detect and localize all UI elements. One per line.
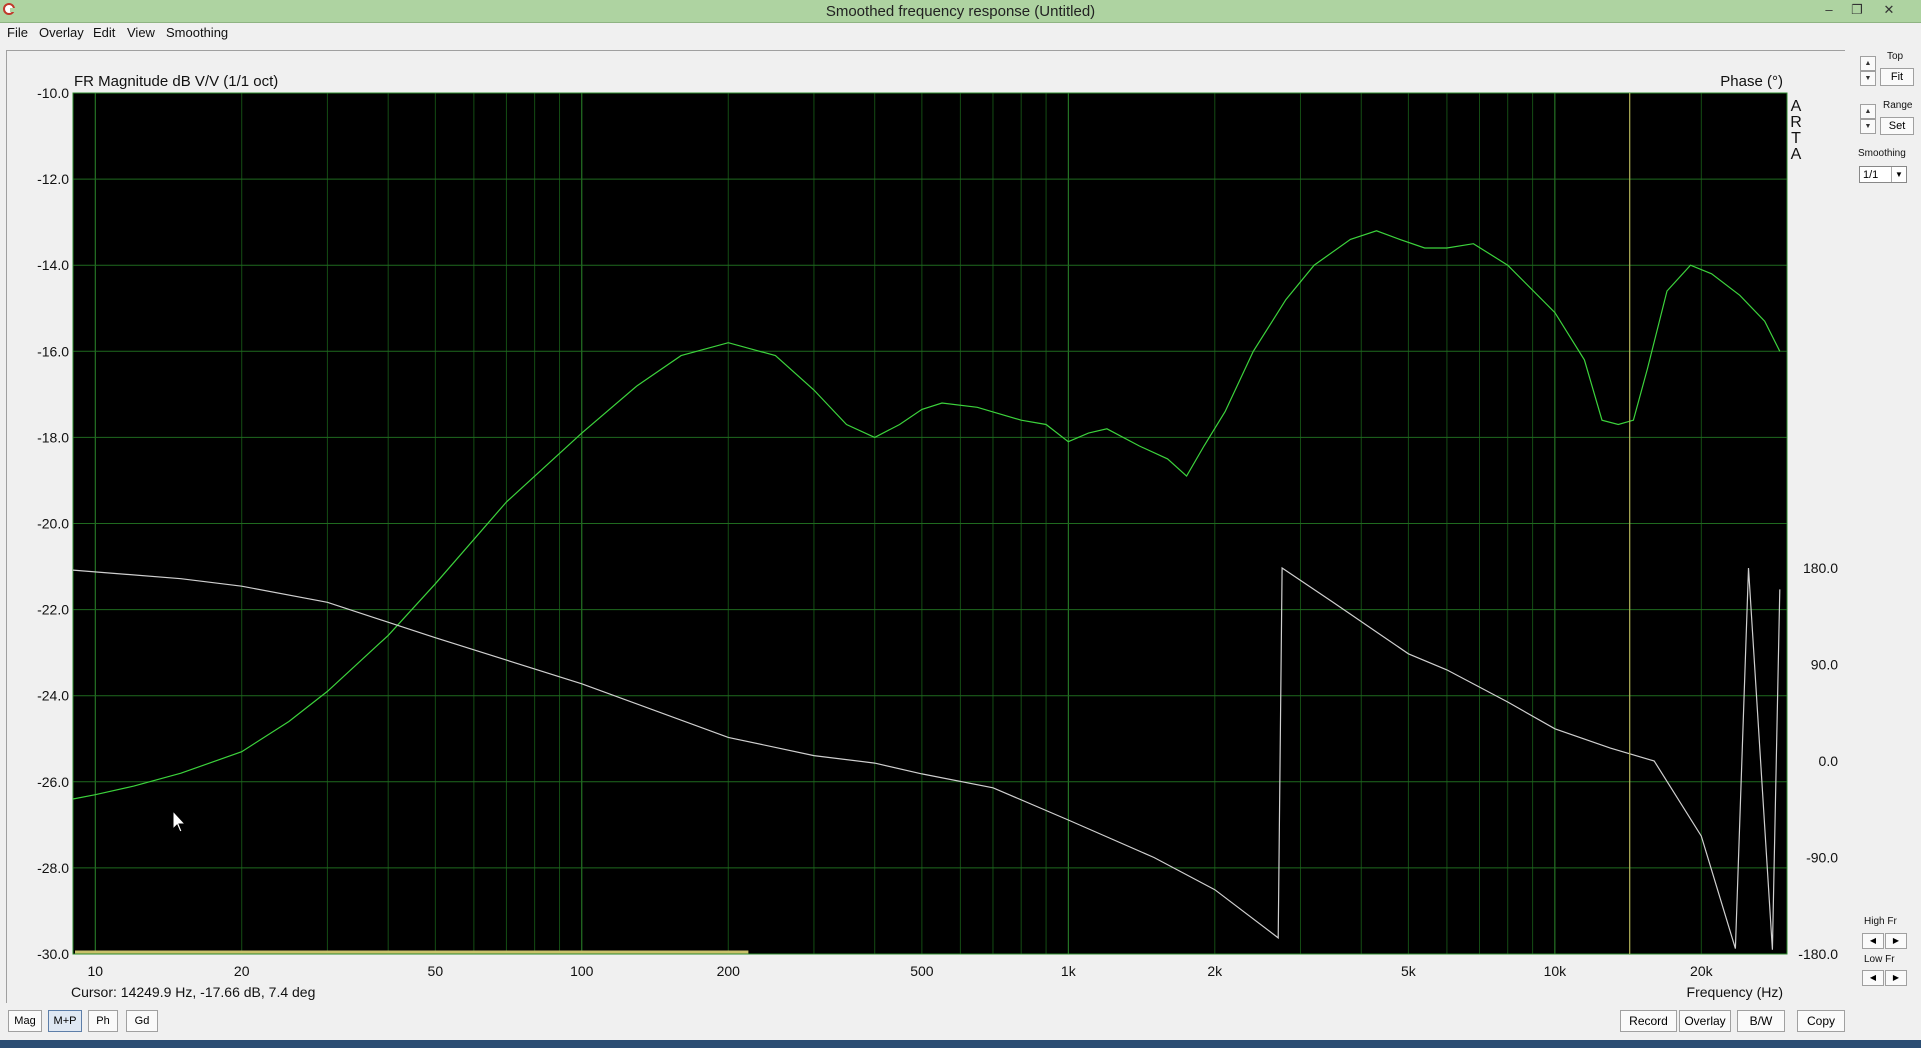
tab-mag-phase[interactable]: M+P bbox=[48, 1010, 82, 1032]
y-tick-label: -20.0 bbox=[37, 516, 69, 532]
close-button[interactable]: ✕ bbox=[1877, 1, 1901, 19]
x-axis-label: Frequency (Hz) bbox=[1687, 984, 1783, 1000]
y-tick-label: -26.0 bbox=[37, 774, 69, 790]
range-up-arrow-icon[interactable]: ▲ bbox=[1860, 104, 1876, 119]
menu-file[interactable]: File bbox=[7, 25, 28, 40]
overlay-button[interactable]: Overlay bbox=[1679, 1010, 1731, 1032]
x-tick-label: 10k bbox=[1544, 963, 1568, 979]
smoothing-select[interactable]: 1/1 ▼ bbox=[1859, 166, 1907, 183]
top-down-arrow-icon[interactable]: ▼ bbox=[1860, 71, 1876, 86]
range-down-arrow-icon[interactable]: ▼ bbox=[1860, 119, 1876, 134]
x-tick-label: 1k bbox=[1061, 963, 1077, 979]
y-tick-label: -22.0 bbox=[37, 602, 69, 618]
phase-tick-label: -180.0 bbox=[1798, 946, 1838, 962]
low-fr-left-arrow-icon[interactable]: ◀ bbox=[1862, 970, 1884, 986]
phase-axis-title: Phase (°) bbox=[1720, 73, 1783, 90]
right-panel: ▲ ▼ Top Fit ▲ ▼ Range Set Smoothing High… bbox=[1852, 48, 1918, 1008]
menu-bar: File Overlay Edit View Smoothing bbox=[0, 23, 1921, 43]
bw-button[interactable]: B/W bbox=[1737, 1010, 1785, 1032]
title-bar: Smoothed frequency response (Untitled) –… bbox=[0, 0, 1921, 23]
y-tick-label: -28.0 bbox=[37, 860, 69, 876]
x-tick-label: 2k bbox=[1207, 963, 1223, 979]
x-tick-label: 100 bbox=[570, 963, 594, 979]
copy-button[interactable]: Copy bbox=[1797, 1010, 1845, 1032]
watermark-letter: R bbox=[1790, 114, 1802, 131]
cursor-readout: Cursor: 14249.9 Hz, -17.66 dB, 7.4 deg bbox=[71, 984, 315, 1000]
y-tick-label: -24.0 bbox=[37, 688, 69, 704]
top-up-arrow-icon[interactable]: ▲ bbox=[1860, 56, 1876, 71]
phase-tick-label: 90.0 bbox=[1811, 657, 1838, 673]
menu-view[interactable]: View bbox=[127, 25, 155, 40]
tab-mag[interactable]: Mag bbox=[8, 1010, 42, 1032]
y-tick-label: -12.0 bbox=[37, 171, 69, 187]
phase-tick-label: -90.0 bbox=[1806, 850, 1838, 866]
magnitude-axis: -10.0 -12.0 -14.0 -16.0 -18.0 -20.0 -22.0 -24.0… bbox=[37, 85, 69, 962]
y-tick-label: -30.0 bbox=[37, 946, 69, 962]
menu-overlay[interactable]: Overlay bbox=[39, 25, 84, 40]
y-tick-label: -18.0 bbox=[37, 429, 69, 445]
x-tick-label: 5k bbox=[1401, 963, 1417, 979]
low-fr-right-arrow-icon[interactable]: ▶ bbox=[1885, 970, 1907, 986]
record-button[interactable]: Record bbox=[1620, 1010, 1677, 1032]
x-tick-label: 10 bbox=[87, 963, 103, 979]
range-label: Range bbox=[1883, 100, 1913, 111]
watermark-letter: T bbox=[1791, 130, 1801, 147]
high-fr-right-arrow-icon[interactable]: ▶ bbox=[1885, 933, 1907, 949]
menu-smoothing[interactable]: Smoothing bbox=[166, 25, 228, 40]
plot-title: FR Magnitude dB V/V (1/1 oct) bbox=[74, 73, 278, 90]
taskbar bbox=[0, 1040, 1921, 1048]
arta-watermark: ARTA bbox=[1790, 98, 1802, 163]
menu-edit[interactable]: Edit bbox=[93, 25, 115, 40]
phase-tick-label: 180.0 bbox=[1803, 560, 1838, 576]
window-title: Smoothed frequency response (Untitled) bbox=[825, 3, 1096, 20]
frequency-axis: 10 20 50 100 200 500 1k 2k 5k 10k 20k bbox=[87, 963, 1713, 979]
chevron-down-icon: ▼ bbox=[1891, 167, 1906, 182]
phase-axis: 180.0 90.0 0.0 -90.0 -180.0 bbox=[1798, 560, 1838, 962]
top-label: Top bbox=[1887, 51, 1904, 62]
y-tick-label: -10.0 bbox=[37, 85, 69, 101]
y-tick-label: -16.0 bbox=[37, 343, 69, 359]
x-tick-label: 50 bbox=[428, 963, 444, 979]
frequency-response-plot[interactable]: FR Magnitude dB V/V (1/1 oct) Phase (°) … bbox=[7, 51, 1845, 1003]
x-tick-label: 200 bbox=[717, 963, 741, 979]
smoothing-value: 1/1 bbox=[1863, 169, 1879, 181]
plot-frame: FR Magnitude dB V/V (1/1 oct) Phase (°) … bbox=[6, 50, 1845, 1003]
watermark-letter: A bbox=[1791, 98, 1802, 115]
x-tick-label: 20 bbox=[234, 963, 250, 979]
fit-button[interactable]: Fit bbox=[1880, 68, 1914, 86]
high-fr-left-arrow-icon[interactable]: ◀ bbox=[1862, 933, 1884, 949]
low-fr-label: Low Fr bbox=[1864, 954, 1895, 965]
x-tick-label: 500 bbox=[910, 963, 934, 979]
smoothing-label: Smoothing bbox=[1858, 148, 1906, 159]
tab-group-delay[interactable]: Gd bbox=[126, 1010, 158, 1032]
set-button[interactable]: Set bbox=[1880, 117, 1914, 135]
high-fr-label: High Fr bbox=[1864, 916, 1897, 927]
phase-tick-label: 0.0 bbox=[1819, 753, 1839, 769]
y-tick-label: -14.0 bbox=[37, 257, 69, 273]
minimize-button[interactable]: – bbox=[1817, 1, 1841, 19]
tab-phase[interactable]: Ph bbox=[88, 1010, 118, 1032]
restore-button[interactable]: ❐ bbox=[1845, 1, 1869, 19]
x-tick-label: 20k bbox=[1690, 963, 1714, 979]
watermark-letter: A bbox=[1791, 146, 1802, 163]
